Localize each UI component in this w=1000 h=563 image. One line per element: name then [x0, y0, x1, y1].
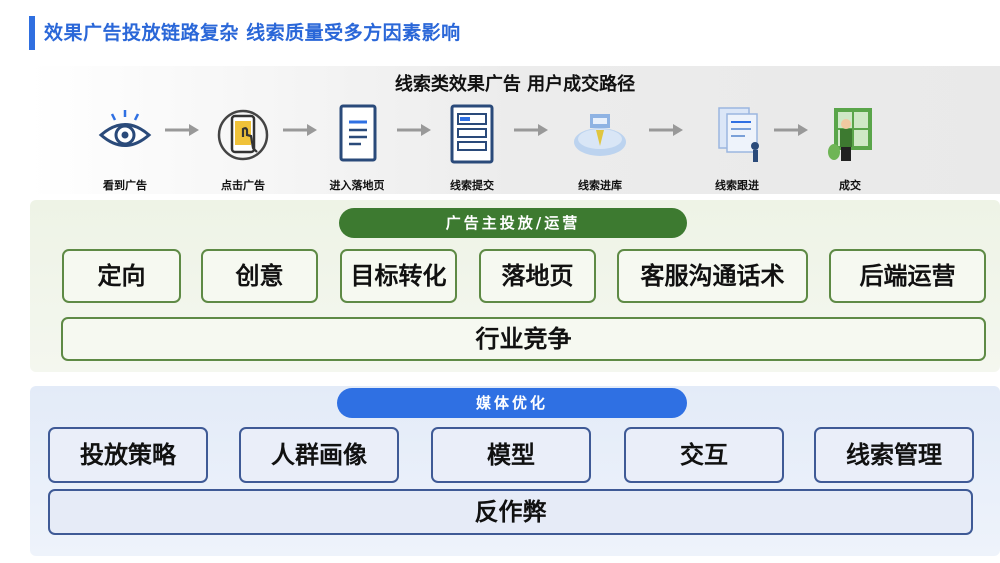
- tap-phone-icon: [217, 109, 269, 161]
- data-analysis-icon: [718, 107, 759, 162]
- factor-delivery-strategy: 投放策略: [48, 427, 208, 483]
- arrow-right-icon: [397, 124, 431, 136]
- flow-step-see-ad: 看到广告: [85, 102, 165, 192]
- database-icon: [574, 114, 626, 156]
- page-title: 效果广告投放链路复杂 线索质量受多方因素影响: [44, 22, 461, 44]
- factor-anti-fraud: 反作弊: [48, 489, 973, 535]
- factor-landing-page: 落地页: [479, 249, 596, 303]
- media-section-header: 媒体优化: [337, 388, 687, 418]
- flow-step-deal: 成交: [810, 102, 890, 192]
- arrow-right-icon: [165, 124, 199, 136]
- factor-conversion-goal: 目标转化: [340, 249, 457, 303]
- factor-audience-profile: 人群画像: [239, 427, 399, 483]
- document-icon: [339, 104, 377, 162]
- arrow-right-icon: [774, 124, 808, 136]
- flow-step-landing-page: 进入落地页: [317, 102, 397, 192]
- eye-icon: [98, 110, 152, 147]
- factor-lead-management: 线索管理: [814, 427, 974, 483]
- factor-interaction: 交互: [624, 427, 784, 483]
- step-label: 线索进库: [578, 179, 622, 192]
- factor-model: 模型: [431, 427, 591, 483]
- step-label: 点击广告: [221, 179, 265, 192]
- step-label: 线索跟进: [715, 179, 759, 192]
- advertiser-section-header: 广告主投放/运营: [339, 208, 687, 238]
- title-accent-bar: [29, 16, 35, 50]
- factor-creative: 创意: [201, 249, 318, 303]
- deal-person-icon: [828, 108, 872, 161]
- step-label: 成交: [839, 179, 861, 192]
- step-label: 看到广告: [103, 179, 147, 192]
- flow-panel: 线索类效果广告 用户成交路径 看到广告 点击广告 进入落地页 线索提交 线索进库…: [30, 66, 1000, 194]
- factor-backend-operation: 后端运营: [829, 249, 986, 303]
- flow-step-lead-storage: 线索进库: [560, 102, 640, 192]
- form-icon: [450, 104, 494, 164]
- factor-targeting: 定向: [62, 249, 181, 303]
- flow-step-click-ad: 点击广告: [203, 102, 283, 192]
- factor-customer-service-script: 客服沟通话术: [617, 249, 808, 303]
- step-label: 线索提交: [450, 179, 494, 192]
- flow-step-lead-followup: 线索跟进: [697, 102, 777, 192]
- arrow-right-icon: [283, 124, 317, 136]
- flow-title: 线索类效果广告 用户成交路径: [394, 74, 636, 95]
- flow-step-lead-submit: 线索提交: [432, 102, 512, 192]
- arrow-right-icon: [514, 124, 548, 136]
- step-label: 进入落地页: [329, 179, 385, 192]
- arrow-right-icon: [649, 124, 683, 136]
- factor-industry-competition: 行业竞争: [61, 317, 986, 361]
